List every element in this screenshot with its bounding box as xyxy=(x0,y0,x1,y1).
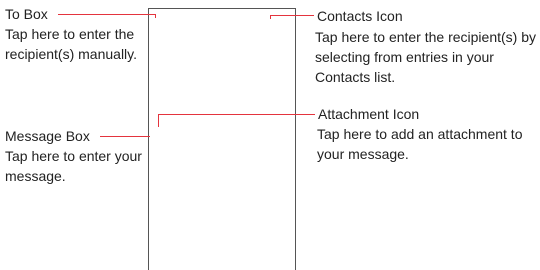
contacts-icon-desc-line1: Tap here to enter the recipient(s) by xyxy=(315,29,537,45)
contacts-icon-title: Contacts Icon xyxy=(317,8,403,24)
message-box-desc-line1: Tap here to enter your xyxy=(5,148,142,164)
to-box-desc-line1: Tap here to enter the xyxy=(5,26,135,42)
contacts-icon-leader-line xyxy=(270,15,314,16)
phone-screen-outline xyxy=(148,8,296,270)
attachment-icon-leader-tick xyxy=(158,114,159,127)
attachment-icon-desc-line1: Tap here to add an attachment to xyxy=(317,126,523,142)
to-box-leader-tick xyxy=(155,14,156,18)
contacts-icon-desc-line3: Contacts list. xyxy=(315,69,396,85)
message-box-leader-line xyxy=(100,136,150,137)
contacts-icon-leader-tick xyxy=(270,15,271,19)
to-box-leader-line xyxy=(58,14,156,15)
contacts-icon-desc-line2: selecting from entries in your xyxy=(315,49,494,65)
message-box-title: Message Box xyxy=(5,128,90,144)
attachment-icon-desc-line2: your message. xyxy=(317,146,409,162)
attachment-icon-leader-line xyxy=(158,114,315,115)
to-box-title: To Box xyxy=(5,6,48,22)
message-box-desc-line2: message. xyxy=(5,168,66,184)
to-box-desc-line2: recipient(s) manually. xyxy=(5,46,138,62)
attachment-icon-title: Attachment Icon xyxy=(318,106,420,122)
